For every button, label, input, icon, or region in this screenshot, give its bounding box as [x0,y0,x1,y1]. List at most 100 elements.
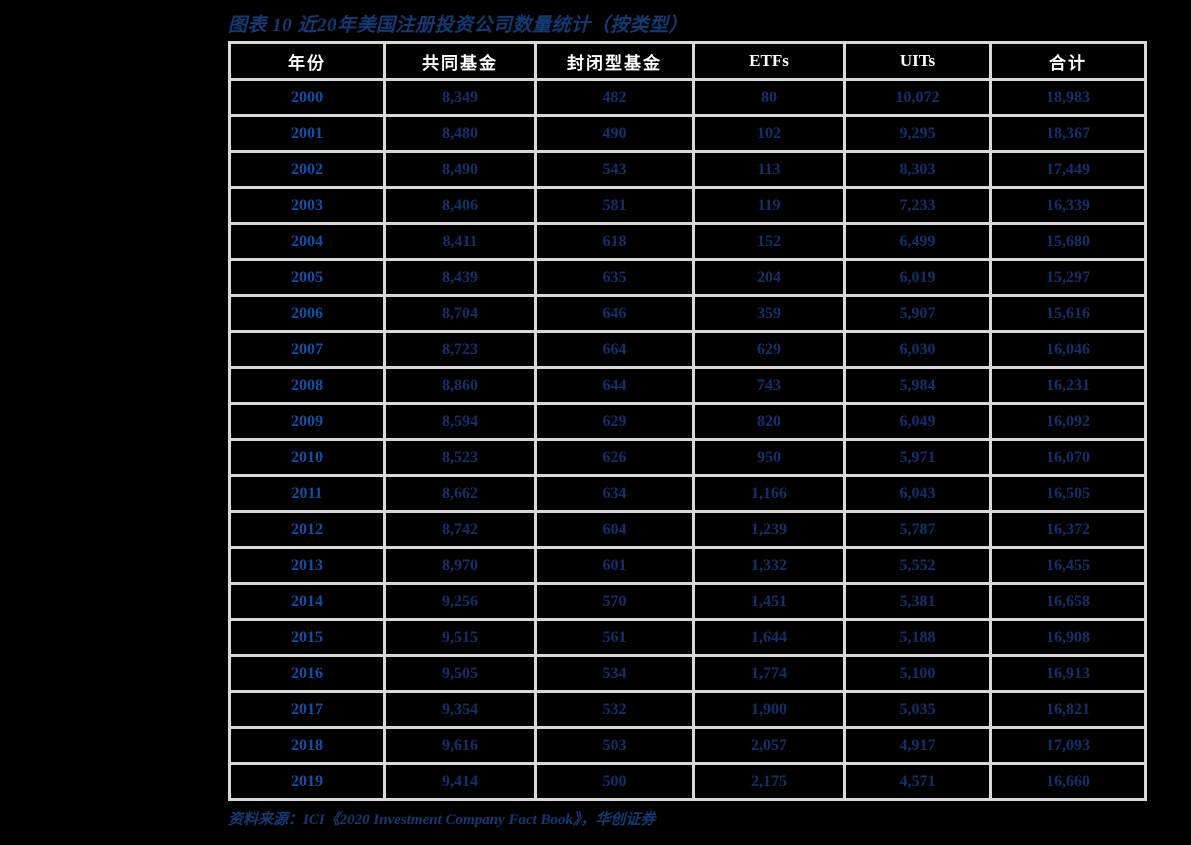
cell-value: 8,303 [846,153,989,186]
cell-value: 16,070 [992,441,1144,474]
cell-value: 8,704 [386,297,534,330]
cell-value: 1,332 [695,549,843,582]
cell-value: 8,970 [386,549,534,582]
cell-value: 113 [695,153,843,186]
table-row: 2003 8,406 581 119 7,233 16,339 [231,189,1144,222]
source-note: 资料来源：ICI《2020 Investment Company Fact Bo… [228,812,656,828]
cell-value: 6,499 [846,225,989,258]
cell-value: 1,166 [695,477,843,510]
cell-value: 8,439 [386,261,534,294]
cell-value: 500 [537,765,692,798]
cell-value: 8,860 [386,369,534,402]
cell-value: 1,644 [695,621,843,654]
cell-year: 2017 [231,693,383,726]
cell-value: 8,723 [386,333,534,366]
table-row: 2019 9,414 500 2,175 4,571 16,660 [231,765,1144,798]
cell-value: 6,030 [846,333,989,366]
table-row: 2012 8,742 604 1,239 5,787 16,372 [231,513,1144,546]
column-header-1: 共同基金 [386,44,534,78]
cell-value: 15,297 [992,261,1144,294]
cell-value: 9,414 [386,765,534,798]
column-header-5: 合计 [992,44,1144,78]
cell-value: 601 [537,549,692,582]
table-row: 2010 8,523 626 950 5,971 16,070 [231,441,1144,474]
cell-value: 8,523 [386,441,534,474]
cell-year: 2009 [231,405,383,438]
table-row: 2002 8,490 543 113 8,303 17,449 [231,153,1144,186]
table-row: 2013 8,970 601 1,332 5,552 16,455 [231,549,1144,582]
table-row: 2000 8,349 482 80 10,072 18,983 [231,81,1144,114]
column-header-2: 封闭型基金 [537,44,692,78]
cell-value: 820 [695,405,843,438]
cell-value: 570 [537,585,692,618]
cell-year: 2011 [231,477,383,510]
cell-year: 2010 [231,441,383,474]
cell-year: 2000 [231,81,383,114]
cell-year: 2014 [231,585,383,618]
cell-value: 4,571 [846,765,989,798]
table-row: 2004 8,411 618 152 6,499 15,680 [231,225,1144,258]
cell-value: 5,035 [846,693,989,726]
cell-value: 532 [537,693,692,726]
cell-value: 119 [695,189,843,222]
cell-value: 16,821 [992,693,1144,726]
cell-year: 2012 [231,513,383,546]
table-body: 2000 8,349 482 80 10,072 18,983 2001 8,480 490 10… [231,81,1144,798]
cell-value: 8,406 [386,189,534,222]
cell-value: 9,505 [386,657,534,690]
cell-value: 581 [537,189,692,222]
cell-value: 16,455 [992,549,1144,582]
figure-page: 图表 10 近20年美国注册投资公司数量统计（按类型） 年份 共同基金 封闭型基金 E… [0,0,1191,845]
cell-year: 2019 [231,765,383,798]
cell-value: 8,662 [386,477,534,510]
cell-value: 18,367 [992,117,1144,150]
cell-value: 8,594 [386,405,534,438]
cell-value: 9,515 [386,621,534,654]
cell-value: 17,449 [992,153,1144,186]
cell-value: 950 [695,441,843,474]
cell-value: 5,787 [846,513,989,546]
cell-value: 664 [537,333,692,366]
cell-year: 2004 [231,225,383,258]
cell-year: 2003 [231,189,383,222]
cell-value: 204 [695,261,843,294]
table-row: 2001 8,480 490 102 9,295 18,367 [231,117,1144,150]
cell-value: 17,093 [992,729,1144,762]
cell-year: 2013 [231,549,383,582]
cell-value: 102 [695,117,843,150]
cell-value: 5,100 [846,657,989,690]
cell-value: 503 [537,729,692,762]
cell-value: 6,049 [846,405,989,438]
column-header-3: ETFs [695,44,843,78]
cell-value: 9,256 [386,585,534,618]
cell-value: 6,019 [846,261,989,294]
table-row: 2011 8,662 634 1,166 6,043 16,505 [231,477,1144,510]
cell-value: 5,552 [846,549,989,582]
cell-year: 2002 [231,153,383,186]
cell-value: 16,505 [992,477,1144,510]
cell-value: 152 [695,225,843,258]
cell-value: 1,900 [695,693,843,726]
cell-year: 2007 [231,333,383,366]
table-header-row: 年份 共同基金 封闭型基金 ETFs UITs 合计 [231,44,1144,78]
cell-value: 8,349 [386,81,534,114]
cell-value: 16,092 [992,405,1144,438]
cell-value: 15,616 [992,297,1144,330]
cell-value: 5,971 [846,441,989,474]
cell-value: 626 [537,441,692,474]
cell-year: 2008 [231,369,383,402]
cell-year: 2015 [231,621,383,654]
cell-value: 9,295 [846,117,989,150]
cell-value: 16,046 [992,333,1144,366]
cell-value: 2,057 [695,729,843,762]
cell-value: 629 [537,405,692,438]
table-row: 2016 9,505 534 1,774 5,100 16,913 [231,657,1144,690]
cell-value: 635 [537,261,692,294]
cell-value: 16,913 [992,657,1144,690]
table-row: 2008 8,860 644 743 5,984 16,231 [231,369,1144,402]
cell-value: 9,354 [386,693,534,726]
cell-value: 8,742 [386,513,534,546]
cell-value: 16,660 [992,765,1144,798]
cell-value: 9,616 [386,729,534,762]
cell-year: 2016 [231,657,383,690]
